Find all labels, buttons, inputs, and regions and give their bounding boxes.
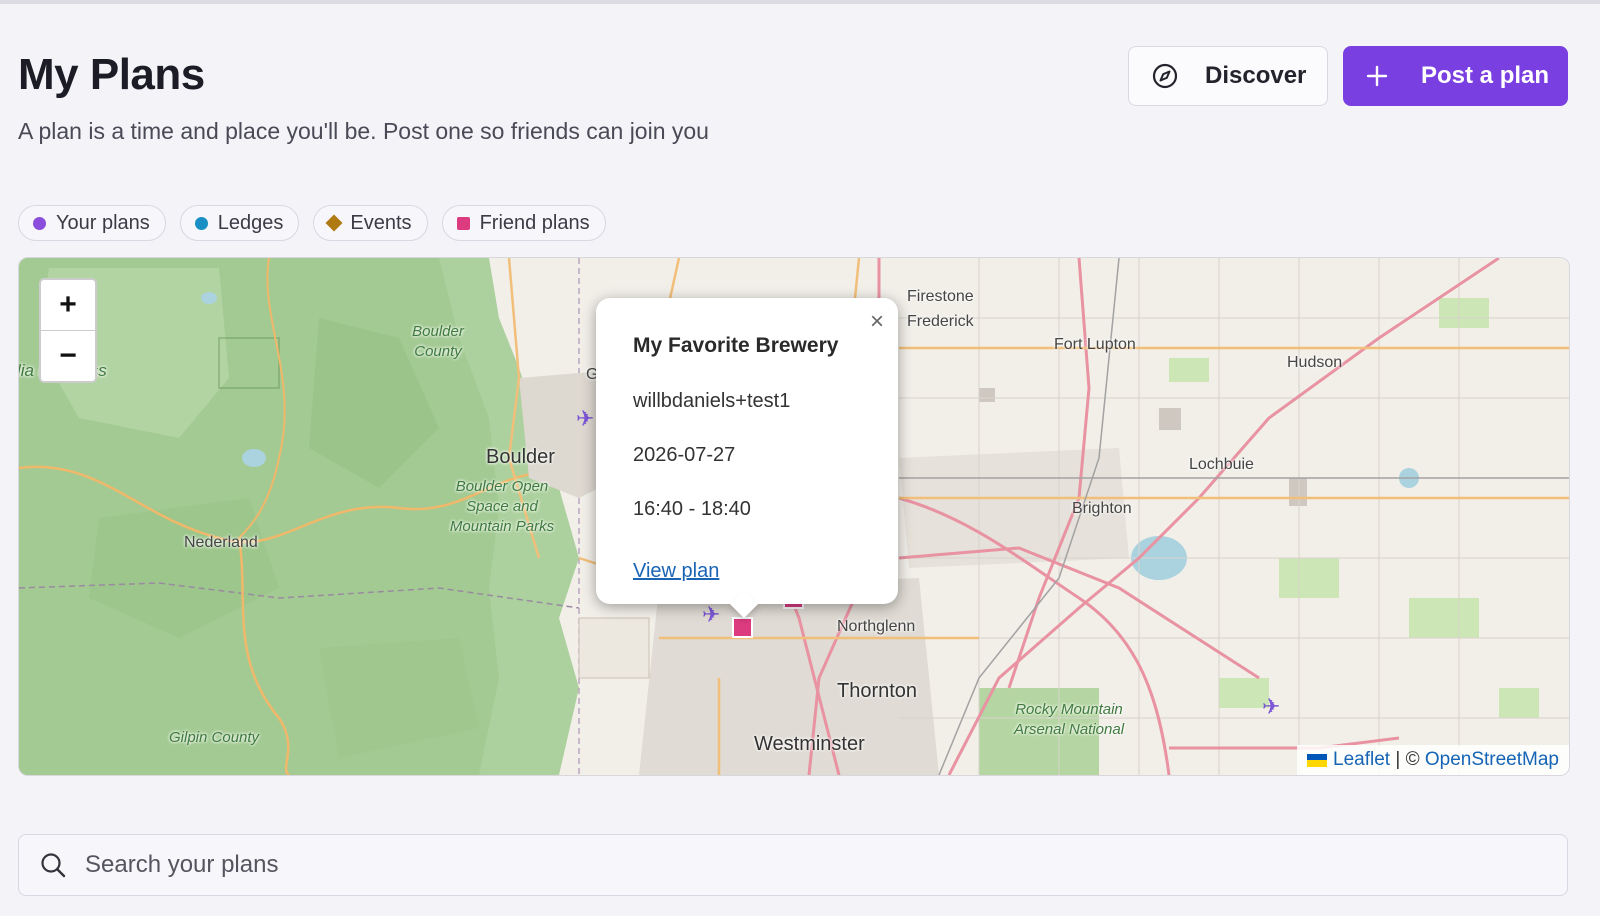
popup-date: 2026-07-27 bbox=[633, 444, 736, 466]
popup-user: willbdaniels+test1 bbox=[633, 390, 791, 412]
search-bar bbox=[18, 834, 1568, 896]
place-boulder-open-space: Boulder Open Space and Mountain Parks bbox=[449, 478, 555, 535]
legend-your-plans[interactable]: Your plans bbox=[18, 205, 166, 241]
place-boulder-county: Boulder County bbox=[412, 323, 464, 360]
openstreetmap-link[interactable]: OpenStreetMap bbox=[1425, 749, 1559, 771]
friend-plan-marker[interactable] bbox=[732, 617, 753, 638]
close-icon[interactable]: × bbox=[870, 308, 884, 336]
post-plan-button[interactable]: Post a plan bbox=[1343, 46, 1568, 106]
events-diamond-icon bbox=[325, 214, 343, 232]
map-attribution: Leaflet | © OpenStreetMap bbox=[1297, 745, 1569, 775]
view-plan-link[interactable]: View plan bbox=[633, 560, 719, 583]
place-northglenn: Northglenn bbox=[837, 618, 916, 635]
place-rocky-mountain-arsenal: Rocky Mountain Arsenal National bbox=[1013, 701, 1125, 738]
place-frederick: Frederick bbox=[907, 313, 974, 330]
legend-friend-plans[interactable]: Friend plans bbox=[441, 205, 606, 241]
page-subtitle: A plan is a time and place you'll be. Po… bbox=[18, 118, 709, 144]
legend-ledges[interactable]: Ledges bbox=[179, 205, 300, 241]
post-plan-label: Post a plan bbox=[1421, 62, 1550, 89]
place-westminster: Westminster bbox=[754, 733, 865, 755]
map-legend: Your plans Ledges Events Friend plans bbox=[18, 205, 606, 241]
zoom-out-button[interactable]: − bbox=[41, 330, 95, 381]
legend-label: Your plans bbox=[56, 211, 150, 234]
compass-icon bbox=[1151, 62, 1179, 90]
airport-icon: ✈ bbox=[576, 406, 595, 431]
zoom-control: + − bbox=[39, 278, 97, 383]
zoom-in-button[interactable]: + bbox=[41, 280, 95, 330]
plan-popup: × My Favorite Brewery willbdaniels+test1… bbox=[596, 298, 898, 619]
search-input[interactable] bbox=[83, 850, 1487, 880]
place-brighton: Brighton bbox=[1072, 500, 1132, 517]
leaflet-link[interactable]: Leaflet bbox=[1333, 749, 1390, 771]
legend-label: Ledges bbox=[217, 211, 284, 234]
page-title: My Plans bbox=[18, 50, 205, 99]
popup-time: 16:40 - 18:40 bbox=[633, 498, 751, 520]
place-firestone: Firestone bbox=[907, 288, 974, 305]
place-fort-lupton: Fort Lupton bbox=[1054, 336, 1136, 353]
legend-label: Events bbox=[350, 211, 412, 234]
popup-title: My Favorite Brewery bbox=[633, 334, 839, 357]
top-border bbox=[0, 0, 1600, 4]
plus-icon bbox=[1365, 64, 1389, 88]
ukraine-flag-icon bbox=[1307, 753, 1328, 767]
attribution-separator: | © bbox=[1390, 749, 1425, 770]
legend-label: Friend plans bbox=[479, 211, 590, 234]
search-icon bbox=[39, 851, 67, 879]
legend-events[interactable]: Events bbox=[313, 205, 428, 241]
ledges-dot-icon bbox=[194, 216, 208, 230]
discover-button[interactable]: Discover bbox=[1128, 46, 1328, 106]
place-boulder: Boulder bbox=[486, 446, 555, 468]
airport-icon: ✈ bbox=[1262, 694, 1281, 719]
discover-label: Discover bbox=[1205, 62, 1307, 89]
place-nederland: Nederland bbox=[184, 534, 258, 551]
place-lochbuie: Lochbuie bbox=[1189, 456, 1254, 473]
place-gilpin-county: Gilpin County bbox=[169, 729, 260, 746]
place-thornton: Thornton bbox=[837, 680, 918, 702]
airport-icon: ✈ bbox=[702, 602, 721, 627]
friend-plans-square-icon bbox=[456, 216, 470, 230]
place-hudson: Hudson bbox=[1287, 354, 1343, 371]
your-plans-dot-icon bbox=[33, 216, 46, 230]
map-container[interactable]: Firestone Frederick Fort Lupton Hudson L… bbox=[18, 257, 1570, 776]
